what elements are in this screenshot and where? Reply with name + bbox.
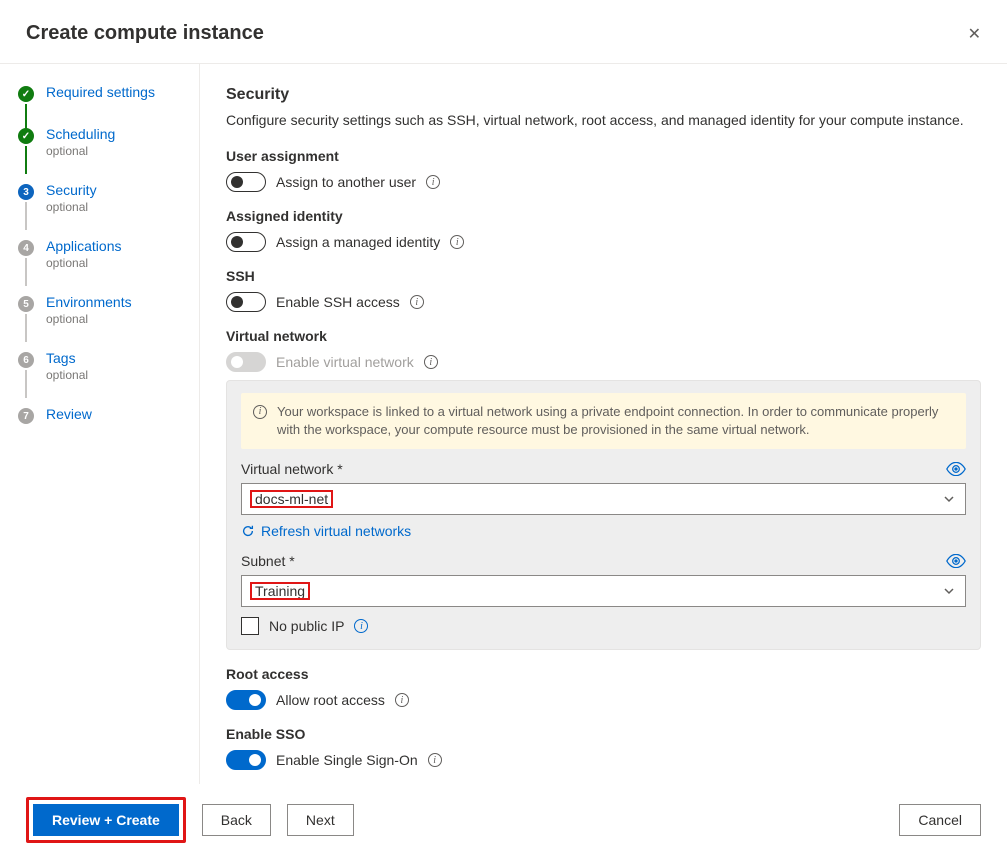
info-icon: i (253, 405, 267, 419)
sidebar-item-review[interactable]: 7 Review (18, 406, 191, 424)
sidebar-item-applications[interactable]: 4 Applicationsoptional (18, 238, 191, 270)
vnet-select[interactable]: docs-ml-net (241, 483, 966, 515)
sidebar-item-label: Required settings (46, 84, 155, 100)
step-badge: 7 (18, 408, 34, 424)
toggle-root-access[interactable] (226, 690, 266, 710)
subnet-field-label: Subnet (241, 553, 295, 569)
info-icon[interactable]: i (410, 295, 424, 309)
info-icon[interactable]: i (428, 753, 442, 767)
toggle-sso[interactable] (226, 750, 266, 770)
step-badge: 6 (18, 352, 34, 368)
info-icon[interactable]: i (424, 355, 438, 369)
sidebar-item-tags[interactable]: 6 Tagsoptional (18, 350, 191, 382)
connector (25, 314, 27, 342)
sidebar-item-security[interactable]: 3 Securityoptional (18, 182, 191, 214)
no-public-ip-checkbox[interactable] (241, 617, 259, 635)
info-icon[interactable]: i (354, 619, 368, 633)
toggle-label: Assign to another user (276, 174, 416, 190)
info-icon[interactable]: i (450, 235, 464, 249)
section-description: Configure security settings such as SSH,… (226, 110, 981, 130)
check-icon: ✓ (18, 128, 34, 144)
toggle-label: Assign a managed identity (276, 234, 440, 250)
subnet-value: Training (251, 583, 309, 599)
group-ssh: SSH (226, 268, 981, 284)
step-badge: 3 (18, 184, 34, 200)
connector (25, 146, 27, 174)
sidebar-item-environments[interactable]: 5 Environmentsoptional (18, 294, 191, 326)
preview-icon[interactable] (946, 462, 966, 476)
sidebar-item-label: Applications (46, 238, 122, 254)
wizard-sidebar: ✓ Required settings ✓ Schedulingoptional… (0, 64, 200, 784)
footer-bar: Review + Create Back Next Cancel (0, 784, 1007, 854)
no-public-ip-label: No public IP (269, 618, 344, 634)
sidebar-item-label: Tags (46, 350, 88, 366)
sidebar-item-scheduling[interactable]: ✓ Schedulingoptional (18, 126, 191, 158)
vnet-warning-banner: i Your workspace is linked to a virtual … (241, 393, 966, 449)
sidebar-item-label: Scheduling (46, 126, 115, 142)
cancel-button[interactable]: Cancel (899, 804, 981, 836)
refresh-vnet-link[interactable]: Refresh virtual networks (241, 523, 411, 539)
vnet-value: docs-ml-net (251, 491, 332, 507)
sidebar-item-label: Review (46, 406, 92, 422)
toggle-label: Enable virtual network (276, 354, 414, 370)
check-icon: ✓ (18, 86, 34, 102)
back-button[interactable]: Back (202, 804, 271, 836)
virtual-network-panel: i Your workspace is linked to a virtual … (226, 380, 981, 650)
toggle-virtual-network (226, 352, 266, 372)
next-button[interactable]: Next (287, 804, 354, 836)
toggle-label: Allow root access (276, 692, 385, 708)
group-root-access: Root access (226, 666, 981, 682)
toggle-ssh-access[interactable] (226, 292, 266, 312)
info-icon[interactable]: i (426, 175, 440, 189)
info-icon[interactable]: i (395, 693, 409, 707)
preview-icon[interactable] (946, 554, 966, 568)
step-badge: 4 (18, 240, 34, 256)
connector (25, 202, 27, 230)
vnet-field-label: Virtual network (241, 461, 343, 477)
toggle-label: Enable SSH access (276, 294, 400, 310)
connector (25, 258, 27, 286)
sidebar-item-label: Security (46, 182, 97, 198)
step-badge: 5 (18, 296, 34, 312)
sidebar-item-label: Environments (46, 294, 132, 310)
subnet-select[interactable]: Training (241, 575, 966, 607)
chevron-down-icon (943, 585, 955, 597)
toggle-assign-another-user[interactable] (226, 172, 266, 192)
toggle-label: Enable Single Sign-On (276, 752, 418, 768)
group-enable-sso: Enable SSO (226, 726, 981, 742)
close-icon[interactable]: ✕ (968, 24, 981, 44)
section-heading: Security (226, 86, 981, 104)
group-assigned-identity: Assigned identity (226, 208, 981, 224)
highlight-frame: Review + Create (26, 797, 186, 843)
chevron-down-icon (943, 493, 955, 505)
review-create-button[interactable]: Review + Create (33, 804, 179, 836)
group-user-assignment: User assignment (226, 148, 981, 164)
banner-text: Your workspace is linked to a virtual ne… (277, 403, 954, 439)
group-virtual-network: Virtual network (226, 328, 981, 344)
toggle-managed-identity[interactable] (226, 232, 266, 252)
refresh-icon (241, 524, 255, 538)
sidebar-item-required-settings[interactable]: ✓ Required settings (18, 84, 191, 102)
page-title: Create compute instance (26, 22, 264, 45)
connector (25, 370, 27, 398)
